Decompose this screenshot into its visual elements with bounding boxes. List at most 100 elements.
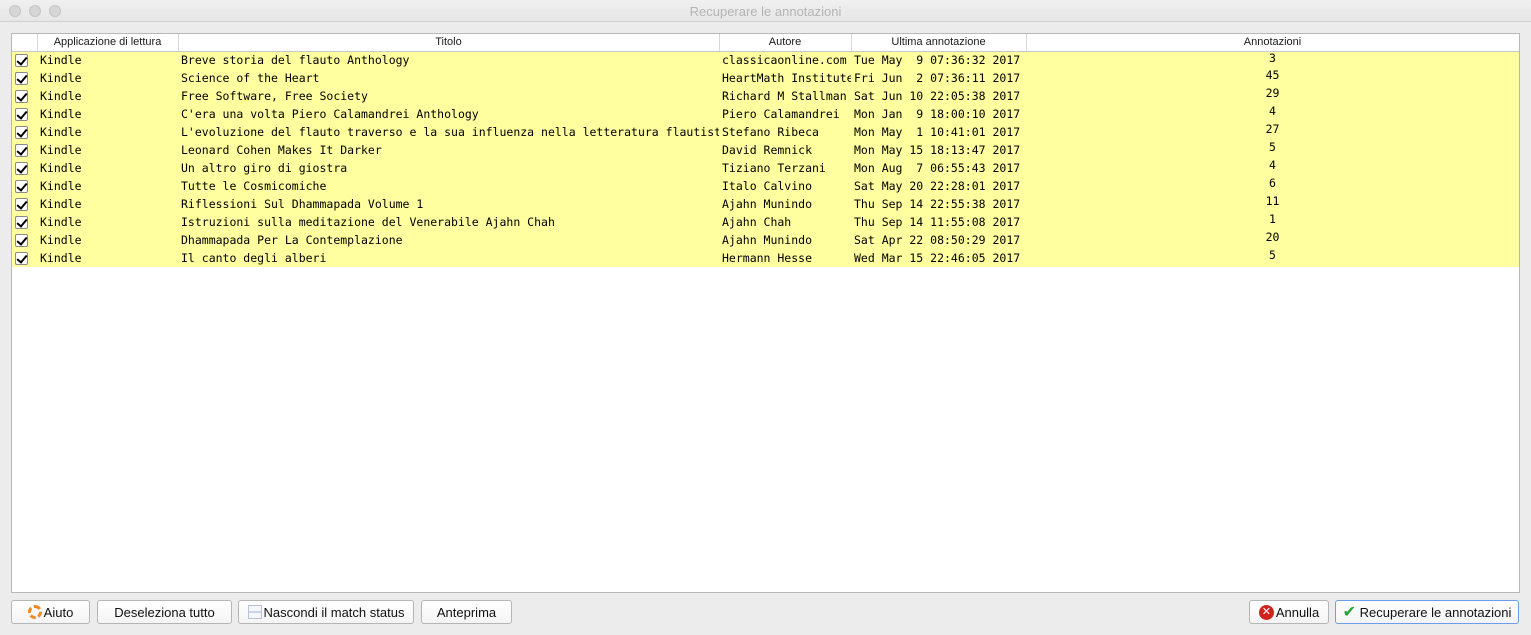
table-row[interactable]: Kindle Tutte le Cosmicomiche Italo Calvino… bbox=[12, 177, 1519, 195]
row-last-annotation: Sat May 20 22:28:01 2017 bbox=[854, 179, 1021, 193]
row-author: David Remnick bbox=[722, 143, 813, 157]
checkbox-checked-icon[interactable] bbox=[15, 198, 28, 211]
table-row[interactable]: Kindle Leonard Cohen Makes It Darker David… bbox=[12, 141, 1519, 159]
row-last-annotation: Fri Jun 2 07:36:11 2017 bbox=[854, 71, 1021, 85]
row-title: Free Software, Free Society bbox=[181, 89, 368, 103]
preview-button[interactable]: Anteprima bbox=[421, 600, 512, 624]
row-author: Piero Calamandrei bbox=[722, 107, 840, 121]
row-last-annotation: Thu Sep 14 11:55:08 2017 bbox=[854, 215, 1021, 229]
row-author: classicaonline.com bbox=[722, 53, 847, 68]
column-header-check[interactable] bbox=[12, 34, 38, 52]
checkbox-checked-icon[interactable] bbox=[15, 180, 28, 193]
table-row[interactable]: Kindle Riflessioni Sul Dhammapada Volume … bbox=[12, 195, 1519, 213]
checkbox-checked-icon[interactable] bbox=[15, 162, 28, 175]
table-row[interactable]: Kindle Science of the Heart HeartMath Inst… bbox=[12, 69, 1519, 87]
row-last-annotation: Mon May 1 10:41:01 2017 bbox=[854, 125, 1021, 139]
table-row[interactable]: Kindle C'era una volta Piero Calamandrei … bbox=[12, 105, 1519, 123]
row-checkbox[interactable] bbox=[12, 105, 37, 123]
row-title: Riflessioni Sul Dhammapada Volume 1 bbox=[181, 197, 424, 211]
help-button[interactable]: Aiuto bbox=[11, 600, 90, 624]
row-annotation-count: 45 bbox=[1265, 69, 1280, 82]
row-checkbox[interactable] bbox=[12, 141, 37, 159]
table-row[interactable]: Kindle Il canto degli alberi Hermann Hesse… bbox=[12, 249, 1519, 267]
row-title: Un altro giro di giostra bbox=[181, 161, 348, 175]
deselect-all-button[interactable]: Deseleziona tutto bbox=[97, 600, 232, 624]
row-author: Tiziano Terzani bbox=[722, 161, 826, 175]
checkbox-checked-icon[interactable] bbox=[15, 72, 28, 85]
title-bar: Recuperare le annotazioni bbox=[0, 0, 1531, 22]
row-app: Kindle bbox=[40, 233, 82, 247]
row-annotation-count: 1 bbox=[1269, 213, 1276, 226]
fetch-annotations-label: Recuperare le annotazioni bbox=[1359, 604, 1512, 620]
row-author: Stefano Ribeca bbox=[722, 125, 819, 139]
row-title: L'evoluzione del flauto traverso e la su… bbox=[181, 125, 719, 139]
row-checkbox[interactable] bbox=[12, 249, 37, 267]
table-row[interactable]: Kindle Dhammapada Per La Contemplazione Aj… bbox=[12, 231, 1519, 249]
checkbox-checked-icon[interactable] bbox=[15, 234, 28, 247]
row-checkbox[interactable] bbox=[12, 69, 37, 87]
row-title: Istruzioni sulla meditazione del Venerab… bbox=[181, 215, 555, 229]
row-title: Breve storia del flauto Anthology bbox=[181, 53, 410, 68]
row-checkbox[interactable] bbox=[12, 87, 37, 105]
row-title: Leonard Cohen Makes It Darker bbox=[181, 143, 382, 157]
row-author: Ajahn Munindo bbox=[722, 197, 813, 211]
cancel-x-icon: ✕ bbox=[1258, 604, 1274, 620]
row-title: Science of the Heart bbox=[181, 71, 320, 85]
annotations-table[interactable]: Applicazione di lettura Titolo Autore Ul… bbox=[11, 33, 1520, 593]
checkbox-checked-icon[interactable] bbox=[15, 252, 28, 265]
row-last-annotation: Wed Mar 15 22:46:05 2017 bbox=[854, 251, 1021, 265]
row-app: Kindle bbox=[40, 215, 82, 229]
column-header-app[interactable]: Applicazione di lettura bbox=[37, 34, 179, 52]
row-checkbox[interactable] bbox=[12, 51, 37, 69]
table-row[interactable]: Kindle Breve storia del flauto Anthology c… bbox=[12, 51, 1519, 69]
checkbox-checked-icon[interactable] bbox=[15, 90, 28, 103]
row-last-annotation: Tue May 9 07:36:32 2017 bbox=[854, 53, 1021, 68]
hide-match-status-button[interactable]: Nascondi il match status bbox=[238, 600, 414, 624]
hide-match-status-label: Nascondi il match status bbox=[263, 604, 405, 620]
row-checkbox[interactable] bbox=[12, 177, 37, 195]
row-author: Ajahn Chah bbox=[722, 215, 792, 229]
help-button-label: Aiuto bbox=[43, 604, 74, 620]
row-author: Richard M Stallman bbox=[722, 89, 847, 103]
deselect-all-label: Deseleziona tutto bbox=[114, 604, 215, 620]
checkbox-checked-icon[interactable] bbox=[15, 144, 28, 157]
row-last-annotation: Mon Jan 9 18:00:10 2017 bbox=[854, 107, 1021, 121]
row-annotation-count: 20 bbox=[1265, 231, 1280, 244]
column-header-last-annotation[interactable]: Ultima annotazione bbox=[851, 34, 1027, 52]
row-checkbox[interactable] bbox=[12, 159, 37, 177]
checkbox-checked-icon[interactable] bbox=[15, 54, 28, 68]
row-app: Kindle bbox=[40, 161, 82, 175]
column-header-title[interactable]: Titolo bbox=[178, 34, 720, 52]
column-header-author[interactable]: Autore bbox=[719, 34, 852, 52]
row-annotation-count: 3 bbox=[1269, 51, 1276, 65]
checkbox-checked-icon[interactable] bbox=[15, 126, 28, 139]
row-app: Kindle bbox=[40, 107, 82, 121]
table-row[interactable]: Kindle Un altro giro di giostra Tiziano Te… bbox=[12, 159, 1519, 177]
checkbox-checked-icon[interactable] bbox=[15, 216, 28, 229]
row-author: Hermann Hesse bbox=[722, 251, 813, 265]
table-row[interactable]: Kindle Free Software, Free Society Richard… bbox=[12, 87, 1519, 105]
row-app: Kindle bbox=[40, 179, 82, 193]
fetch-annotations-button[interactable]: ✔ Recuperare le annotazioni bbox=[1335, 600, 1519, 624]
table-header-row: Applicazione di lettura Titolo Autore Ul… bbox=[12, 34, 1519, 52]
row-annotation-count: 5 bbox=[1269, 141, 1276, 154]
checkbox-checked-icon[interactable] bbox=[15, 108, 28, 121]
column-header-annotations[interactable]: Annotazioni bbox=[1026, 34, 1519, 52]
row-last-annotation: Sat Jun 10 22:05:38 2017 bbox=[854, 89, 1021, 103]
row-annotation-count: 11 bbox=[1265, 195, 1280, 208]
row-last-annotation: Mon May 15 18:13:47 2017 bbox=[854, 143, 1021, 157]
lifebuoy-icon bbox=[27, 605, 42, 619]
row-title: C'era una volta Piero Calamandrei Anthol… bbox=[181, 107, 479, 121]
table-row[interactable]: Kindle Istruzioni sulla meditazione del V… bbox=[12, 213, 1519, 231]
row-author: Ajahn Munindo bbox=[722, 233, 813, 247]
row-app: Kindle bbox=[40, 89, 82, 103]
row-app: Kindle bbox=[40, 143, 82, 157]
row-checkbox[interactable] bbox=[12, 213, 37, 231]
cancel-button[interactable]: ✕ Annulla bbox=[1249, 600, 1329, 624]
table-row[interactable]: Kindle L'evoluzione del flauto traverso e… bbox=[12, 123, 1519, 141]
row-annotation-count: 27 bbox=[1265, 123, 1280, 136]
row-checkbox[interactable] bbox=[12, 231, 37, 249]
row-checkbox[interactable] bbox=[12, 195, 37, 213]
row-app: Kindle bbox=[40, 197, 82, 211]
row-checkbox[interactable] bbox=[12, 123, 37, 141]
